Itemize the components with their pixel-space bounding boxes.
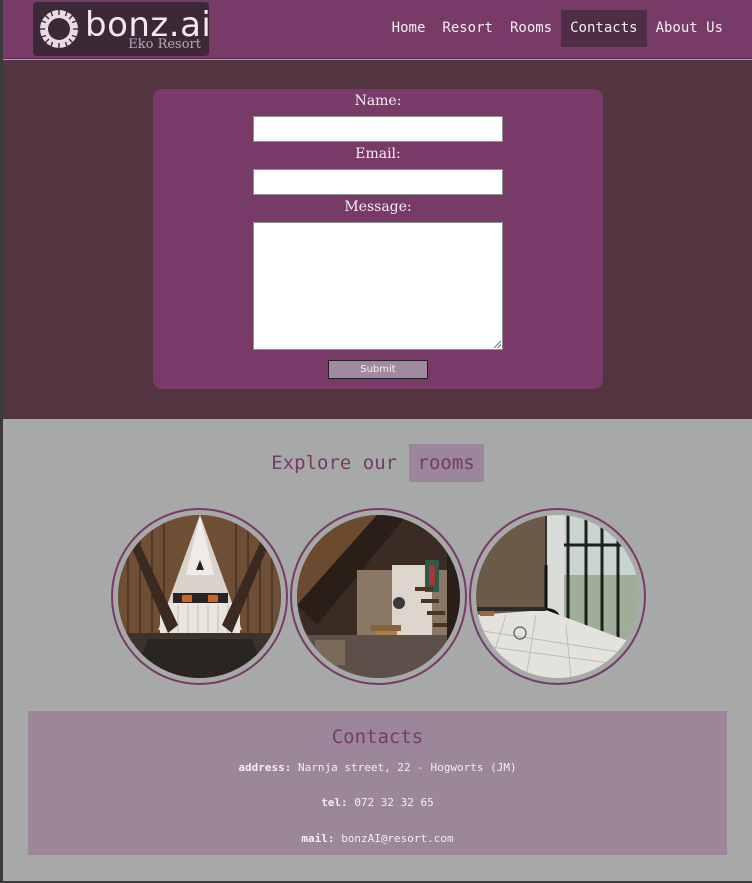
logo[interactable]: bonz.ai Eko Resort bbox=[33, 2, 211, 56]
contact-form-section: Name: Email: Message: Submit bbox=[3, 60, 752, 419]
rooms-heading: Explore our rooms bbox=[3, 444, 752, 482]
email-field[interactable] bbox=[253, 169, 503, 195]
email-label: Email: bbox=[355, 146, 401, 162]
room-card-1[interactable] bbox=[111, 508, 288, 685]
message-field[interactable] bbox=[253, 222, 503, 350]
contact-address: address: Narnja street, 22 - Hogworts (J… bbox=[28, 761, 727, 774]
site-header: bonz.ai Eko Resort Home Resort Rooms Con… bbox=[3, 0, 752, 59]
nav-contacts[interactable]: Contacts bbox=[561, 10, 647, 47]
address-value: Narnja street, 22 - Hogworts (JM) bbox=[298, 761, 517, 774]
nav-about-us[interactable]: About Us bbox=[648, 10, 731, 47]
contacts-title: Contacts bbox=[331, 726, 424, 748]
room-image-loft-staircase-room bbox=[297, 515, 460, 678]
mail-value[interactable]: bonzAI@resort.com bbox=[341, 832, 454, 845]
sun-gear-icon bbox=[40, 10, 78, 48]
name-field[interactable] bbox=[253, 116, 503, 142]
room-card-3[interactable] bbox=[469, 508, 646, 685]
contacts-section: Contacts address: Narnja street, 22 - Ho… bbox=[28, 711, 727, 855]
name-label: Name: bbox=[354, 93, 402, 109]
room-image-a-frame-bedroom bbox=[118, 515, 281, 678]
tel-value[interactable]: 072 32 32 65 bbox=[354, 796, 433, 809]
main-nav: Home Resort Rooms Contacts About Us bbox=[383, 10, 731, 47]
contact-form: Name: Email: Message: Submit bbox=[153, 89, 603, 389]
contact-mail: mail: bonzAI@resort.com bbox=[28, 832, 727, 845]
nav-resort[interactable]: Resort bbox=[434, 10, 501, 47]
room-card-2[interactable] bbox=[290, 508, 467, 685]
page-frame: bonz.ai Eko Resort Home Resort Rooms Con… bbox=[3, 0, 752, 881]
mail-label: mail: bbox=[301, 832, 335, 845]
resize-grip-icon[interactable] bbox=[493, 340, 501, 348]
nav-rooms[interactable]: Rooms bbox=[502, 10, 560, 47]
tel-label: tel: bbox=[321, 796, 348, 809]
brand-subtitle: Eko Resort bbox=[128, 37, 201, 52]
submit-button[interactable]: Submit bbox=[328, 360, 428, 379]
rooms-heading-prefix: Explore our bbox=[271, 452, 398, 474]
rooms-heading-highlight: rooms bbox=[408, 444, 484, 482]
contact-tel: tel: 072 32 32 65 bbox=[28, 796, 727, 809]
address-label: address: bbox=[238, 761, 292, 774]
room-image-glass-wall-fireplace-room bbox=[476, 515, 639, 678]
message-label: Message: bbox=[344, 199, 412, 215]
nav-home[interactable]: Home bbox=[384, 10, 434, 47]
